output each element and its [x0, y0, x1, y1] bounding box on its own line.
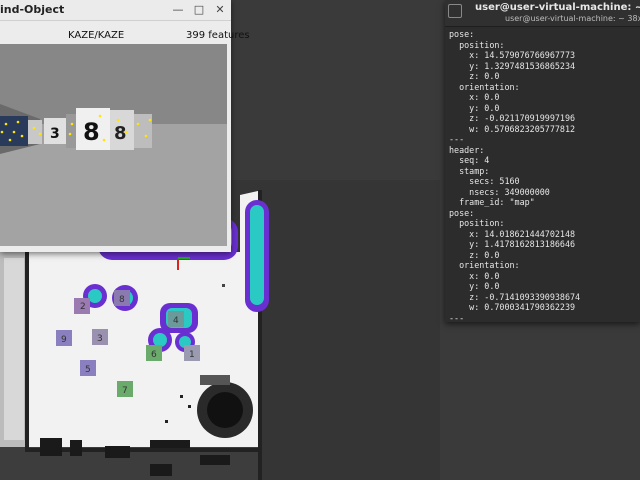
terminal-line: secs: 5160 [449, 176, 520, 186]
marker-label-3: 3 [97, 334, 103, 344]
find-object-titlebar[interactable]: ind-Object — □ ✕ [0, 0, 231, 21]
terminal-title: user@user-virtual-machine: ~ [475, 2, 640, 13]
scene-image: 3 8 8 [0, 44, 227, 246]
terminal-line: pose: [449, 29, 475, 39]
terminal-line: y: 1.3297481536865234 [449, 60, 576, 71]
terminal-line: frame_id: "map" [449, 197, 535, 207]
terminal-line: w: 0.5706823205777812 [449, 123, 576, 134]
close-icon[interactable]: ✕ [212, 2, 228, 18]
terminal-line: z: -0.7141093390938674 [449, 291, 581, 302]
terminal-line: z: 0.0 [449, 71, 500, 81]
terminal-line: x: 0.0 [449, 92, 500, 102]
minimize-icon[interactable]: — [170, 2, 186, 18]
terminal-line: y: 1.4178162813186646 [449, 239, 576, 249]
window-title: ind-Object [0, 3, 65, 16]
terminal-window[interactable]: user@user-virtual-machine: ~ user@user-v… [445, 0, 640, 322]
marker-label-9: 9 [61, 335, 67, 345]
new-tab-icon[interactable] [448, 4, 462, 18]
algorithm-label: KAZE/KAZE [68, 30, 125, 41]
marker-label-2: 2 [80, 302, 86, 312]
marker-label-4: 4 [173, 316, 179, 326]
terminal-line: w: 0.7000341790362239 [449, 302, 576, 312]
marker-label-7: 7 [122, 386, 128, 396]
terminal-line: z: 0.0 [449, 249, 500, 260]
maximize-icon[interactable]: □ [191, 2, 207, 18]
feature-count: 399 features [186, 30, 250, 41]
terminal-line: header: [449, 144, 485, 155]
box-label-3: 3 [50, 126, 60, 142]
terminal-line: pose: [449, 207, 475, 218]
find-object-window[interactable]: ind-Object — □ ✕ KAZE/KAZE 399 features … [0, 0, 250, 252]
terminal-line: position: [449, 218, 505, 228]
terminal-line: seq: 4 [449, 155, 490, 165]
terminal-subtitle: user@user-virtual-machine: ~ 38x29 [505, 14, 640, 23]
terminal-line: z: -0.021170919997196 [449, 113, 576, 123]
terminal-line: stamp: [449, 165, 490, 176]
terminal-line: --- [449, 134, 465, 144]
terminal-line: y: 0.0 [449, 102, 500, 113]
terminal-line: nsecs: 349000000 [449, 186, 550, 197]
box-label-8b: 8 [114, 123, 127, 144]
marker-label-5: 5 [85, 365, 91, 375]
marker-label-1: 1 [189, 350, 195, 360]
terminal-line: y: 0.0 [449, 281, 500, 291]
marker-label-8: 8 [119, 295, 125, 305]
terminal-line: x: 0.0 [449, 270, 500, 281]
find-object-info-bar: KAZE/KAZE 399 features [0, 28, 250, 42]
terminal-line: orientation: [449, 260, 520, 270]
terminal-line: --- [449, 312, 465, 323]
terminal-line: position: [449, 39, 505, 50]
box-label-8: 8 [83, 118, 100, 146]
camera-view: 3 8 8 [0, 44, 227, 246]
terminal-line: x: 14.018621444702148 [449, 228, 576, 239]
terminal-line: x: 14.579076766967773 [449, 50, 576, 60]
terminal-line: orientation: [449, 81, 520, 92]
terminal-titlebar[interactable]: user@user-virtual-machine: ~ user@user-v… [445, 0, 640, 27]
marker-label-6: 6 [151, 350, 157, 360]
terminal-output[interactable]: pose: position: x: 14.579076766967773 y:… [445, 27, 640, 322]
